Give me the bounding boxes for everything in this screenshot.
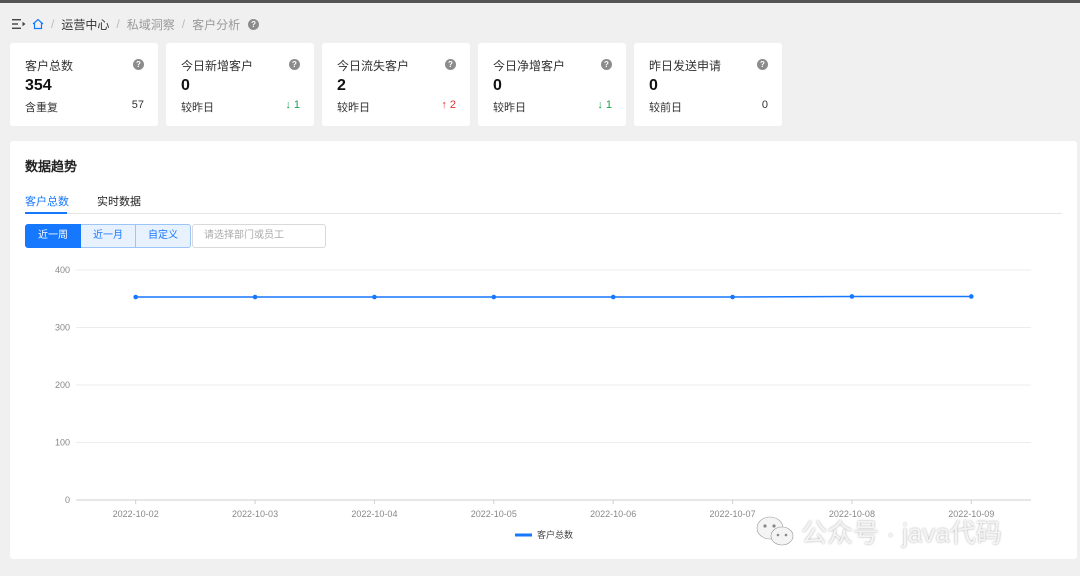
data-point [372,294,377,300]
stat-value: 0 [649,77,658,94]
stat-title: 今日净增客户 [493,59,566,73]
breadcrumb-item-private-insight[interactable]: 私域洞察 [127,16,175,33]
x-tick-label: 2022-10-04 [351,509,397,519]
watermark: 公众号 · java代码 [755,513,1002,550]
menu-fold-icon[interactable] [12,18,26,30]
stat-foot-value: 0 [761,99,768,111]
help-icon[interactable]: ? [445,59,456,70]
stat-foot-value: 2 [449,99,456,111]
breadcrumb-item-ops-center[interactable]: 运营中心 [61,16,109,33]
arrow-down-icon: ↓ [597,99,603,111]
stat-card-sent-requests: 昨日发送申请 ? 0 较前日 0 [634,43,782,126]
home-icon[interactable] [32,18,44,30]
stat-card-total-customers: 客户总数 ? 354 含重复 57 [10,43,158,126]
breadcrumb-separator: / [116,17,120,31]
arrow-up-icon: ↑ [441,99,447,111]
stat-foot-label: 较昨日 [337,102,370,114]
help-icon[interactable]: ? [757,59,768,70]
help-icon[interactable]: ? [601,59,612,70]
stat-card-net-customers: 今日净增客户 ? 0 较昨日 ↓ 1 [478,43,626,126]
breadcrumb-separator: / [181,17,186,31]
legend-label: 客户总数 [537,529,573,540]
x-tick-label: 2022-10-02 [113,509,159,519]
stat-value: 354 [25,77,52,94]
stat-card-new-customers: 今日新增客户 ? 0 较昨日 ↓ 1 [166,43,314,126]
stat-title: 今日新增客户 [181,59,254,73]
breadcrumb-item-customer-analysis: 客户分析 [192,17,241,32]
stat-foot-value: 1 [293,99,300,111]
stat-foot-label: 较前日 [649,102,682,114]
data-point [491,294,497,300]
stat-foot-label: 较昨日 [181,102,214,114]
breadcrumb: / 运营中心 / 私域洞察 / 客户分析 ? [12,14,260,34]
x-tick-label: 2022-10-03 [232,509,278,519]
data-point [969,294,974,299]
stat-foot-label: 含重复 [25,102,58,114]
stat-value: 0 [181,77,190,94]
data-point [849,294,855,299]
stat-value: 0 [493,77,502,94]
help-icon[interactable]: ? [248,18,260,30]
watermark-text: 公众号 · java代码 [801,518,1002,548]
data-point [730,294,735,300]
stat-foot-value: 1 [605,99,612,111]
help-icon[interactable]: ? [133,59,144,70]
stat-card-lost-customers: 今日流失客户 ? 2 较昨日 ↑ 2 [322,43,470,126]
stat-value: 2 [337,77,346,94]
series-line [135,295,972,298]
wechat-icon [756,516,794,545]
data-point [610,294,616,300]
trend-panel: 数据趋势 客户总数 实时数据 近一周 近一月 自定义 请选择部门或员工 0 100… [10,141,1077,559]
arrow-down-icon: ↓ [285,99,291,111]
breadcrumb-separator: / [51,17,55,31]
data-point [252,294,258,300]
trend-line-chart: 0 100 200 300 400 2022-10-02 2022-10-03 2022-10… [55,265,1031,540]
stat-title: 今日流失客户 [337,59,410,73]
stat-title: 客户总数 [25,59,74,73]
y-tick-label: 400 [55,265,70,275]
data-point [133,294,138,300]
y-tick-label: 100 [55,438,70,448]
x-tick-label: 2022-10-06 [590,509,636,519]
top-border [0,0,1080,3]
y-tick-label: 300 [55,323,70,333]
x-tick-label: 2022-10-07 [710,509,756,519]
stat-foot-label: 较昨日 [493,102,526,114]
stat-foot-value: 57 [131,99,144,111]
stat-title: 昨日发送申请 [649,59,722,73]
y-tick-label: 200 [55,380,70,390]
x-tick-label: 2022-10-05 [471,509,517,519]
y-tick-label: 0 [65,495,70,505]
help-icon[interactable]: ? [289,59,300,70]
